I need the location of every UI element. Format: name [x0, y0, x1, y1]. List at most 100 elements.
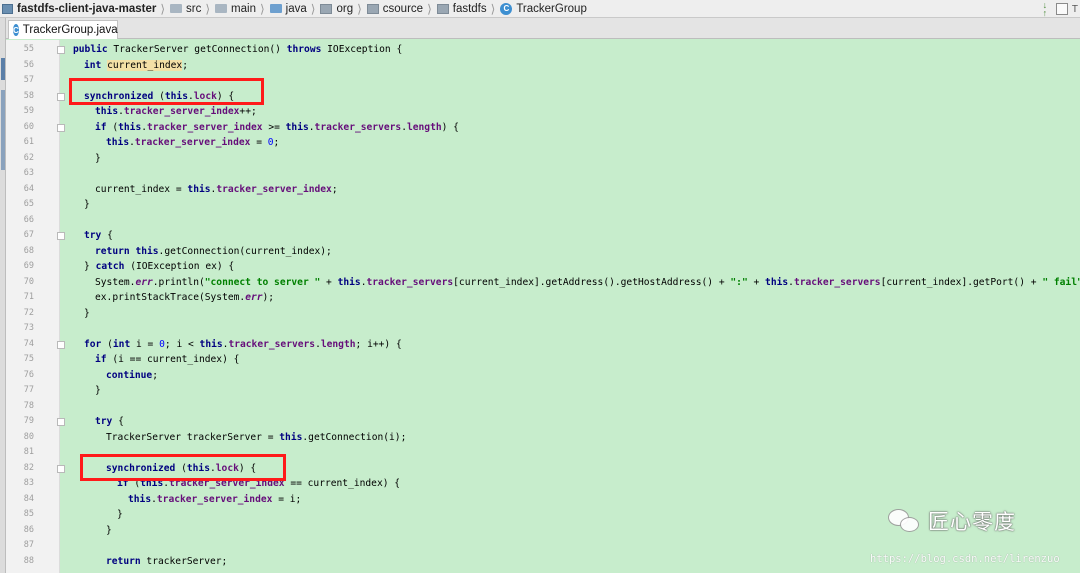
- line-number: 74: [23, 338, 34, 349]
- breadcrumb-item-org[interactable]: org: [317, 0, 355, 17]
- line-number: 71: [23, 292, 34, 302]
- line-number: 79: [23, 416, 34, 426]
- line-number: 84: [23, 493, 34, 504]
- code-token: tracker_servers: [228, 338, 316, 350]
- code-token: ex.printStackTrace(System.: [95, 292, 246, 303]
- wechat-watermark: 匠心零度: [888, 506, 1016, 536]
- code-token: [current_index].getAddress().getHostAddr…: [453, 276, 731, 288]
- code-line[interactable]: int current_index;: [84, 58, 188, 73]
- code-token: {: [101, 230, 113, 241]
- code-token: ++;: [239, 106, 257, 117]
- code-line[interactable]: if (i == current_index) {: [95, 352, 239, 367]
- line-number: 88: [23, 555, 34, 566]
- code-token: }: [117, 509, 123, 520]
- code-token: System.: [95, 276, 136, 288]
- code-editor[interactable]: public TrackerServer getConnection() thr…: [61, 40, 1080, 573]
- breadcrumb-item-fastdfs[interactable]: fastdfs: [434, 0, 489, 17]
- breadcrumb-label: fastdfs: [452, 2, 487, 15]
- tool-pane-icon[interactable]: [1055, 3, 1068, 15]
- line-number: 75: [23, 354, 34, 364]
- line-number: 60: [23, 121, 34, 132]
- code-token: .getConnection(i);: [302, 431, 407, 443]
- breadcrumb-item-csource[interactable]: csource: [364, 0, 425, 17]
- code-token: );: [262, 292, 275, 303]
- code-line[interactable]: continue;: [106, 368, 158, 383]
- code-line[interactable]: try {: [95, 414, 124, 429]
- code-token: ":": [730, 276, 748, 288]
- code-token: err: [135, 276, 153, 288]
- line-number: 76: [23, 369, 34, 380]
- code-line[interactable]: current_index = this.tracker_server_inde…: [95, 182, 338, 197]
- code-line[interactable]: }: [95, 383, 101, 398]
- code-token: int: [84, 59, 102, 71]
- code-token: throws: [286, 44, 322, 55]
- code-line[interactable]: this.tracker_server_index++;: [95, 104, 257, 119]
- line-number: 63: [23, 168, 34, 178]
- code-token: trackerServer;: [140, 555, 228, 567]
- code-token: this: [135, 245, 159, 257]
- code-line[interactable]: return trackerServer;: [106, 554, 227, 569]
- chevron-right-icon: ⟩: [259, 1, 265, 16]
- code-line[interactable]: TrackerServer trackerServer = this.getCo…: [106, 430, 406, 445]
- breadcrumb-item-main[interactable]: main: [212, 0, 258, 17]
- code-line[interactable]: } catch (IOException ex) {: [84, 259, 234, 274]
- code-line[interactable]: }: [106, 523, 112, 538]
- sort-icon[interactable]: ↓ ↑: [1038, 1, 1052, 18]
- code-line[interactable]: ex.printStackTrace(System.err);: [95, 290, 274, 305]
- code-line[interactable]: }: [117, 507, 123, 522]
- code-token: == current_index) {: [284, 478, 401, 489]
- line-number: 80: [23, 431, 34, 442]
- navigation-breadcrumb: fastdfs-client-java-master ⟩ src ⟩ main ⟩ java…: [0, 0, 1080, 18]
- breadcrumb-label: csource: [382, 2, 424, 15]
- highlight-box-synchronized-1: [69, 78, 264, 105]
- code-token: catch: [95, 261, 125, 272]
- code-token: return: [106, 555, 141, 567]
- line-number: 73: [23, 323, 34, 333]
- code-line[interactable]: public TrackerServer getConnection() thr…: [73, 42, 402, 57]
- code-token: this: [187, 183, 211, 195]
- line-number-gutter[interactable]: 55 56 57 58 59 60 61 62 63 64 65 66 67 68 69 70 71 72 73 74…: [6, 40, 65, 573]
- line-number: 57: [23, 75, 34, 85]
- line-number: 66: [23, 214, 34, 225]
- line-number: 61: [23, 137, 34, 147]
- line-number: 69: [23, 261, 34, 271]
- line-number: 82: [23, 462, 34, 473]
- code-token: }: [95, 152, 101, 164]
- code-token: continue: [106, 369, 153, 381]
- line-number: 56: [23, 59, 34, 70]
- line-number: 62: [23, 152, 34, 163]
- code-line[interactable]: }: [84, 197, 90, 212]
- code-line[interactable]: try {: [84, 228, 113, 243]
- code-line[interactable]: }: [84, 306, 90, 321]
- line-number: 70: [23, 276, 34, 287]
- code-line[interactable]: return this.getConnection(current_index)…: [95, 244, 332, 259]
- code-line[interactable]: for (int i = 0; i < this.tracker_servers…: [84, 337, 402, 352]
- code-token: tracker_server_index: [156, 493, 273, 505]
- breadcrumb-item-fastdfs-client-java-master[interactable]: fastdfs-client-java-master: [0, 0, 158, 17]
- line-number: 87: [23, 540, 34, 550]
- tab-label: TrackerGroup.java: [22, 24, 118, 36]
- code-token: "connect to server ": [204, 276, 321, 288]
- breadcrumb-item-java[interactable]: java: [267, 0, 309, 17]
- breadcrumb-item-trackergroup[interactable]: C TrackerGroup: [497, 0, 589, 17]
- code-token: for: [84, 338, 102, 350]
- code-token: length: [320, 338, 356, 350]
- code-line[interactable]: this.tracker_server_index = i;: [128, 492, 301, 507]
- project-tool-button[interactable]: [1, 58, 5, 80]
- structure-tool-button[interactable]: [1, 90, 5, 170]
- chevron-right-icon: ⟩: [427, 1, 432, 16]
- breadcrumb-item-src[interactable]: src: [167, 0, 203, 17]
- code-token: =: [250, 137, 268, 148]
- code-line[interactable]: this.tracker_server_index = 0;: [106, 135, 279, 150]
- line-number: 64: [23, 183, 34, 194]
- code-line[interactable]: if (this.tracker_server_index >= this.tr…: [95, 120, 459, 135]
- code-token: tracker_server_index: [134, 137, 251, 148]
- code-token: }: [106, 524, 112, 536]
- source-url-watermark: https://blog.csdn.net/lirenzuo: [870, 553, 1060, 565]
- code-token: this: [118, 121, 142, 133]
- code-token: i =: [130, 338, 160, 350]
- code-token: (i == current_index) {: [106, 354, 240, 365]
- code-line[interactable]: }: [95, 151, 101, 166]
- code-line[interactable]: System.err.println("connect to server " …: [95, 275, 1080, 290]
- tab-trackergroup-java[interactable]: C TrackerGroup.java: [8, 20, 118, 39]
